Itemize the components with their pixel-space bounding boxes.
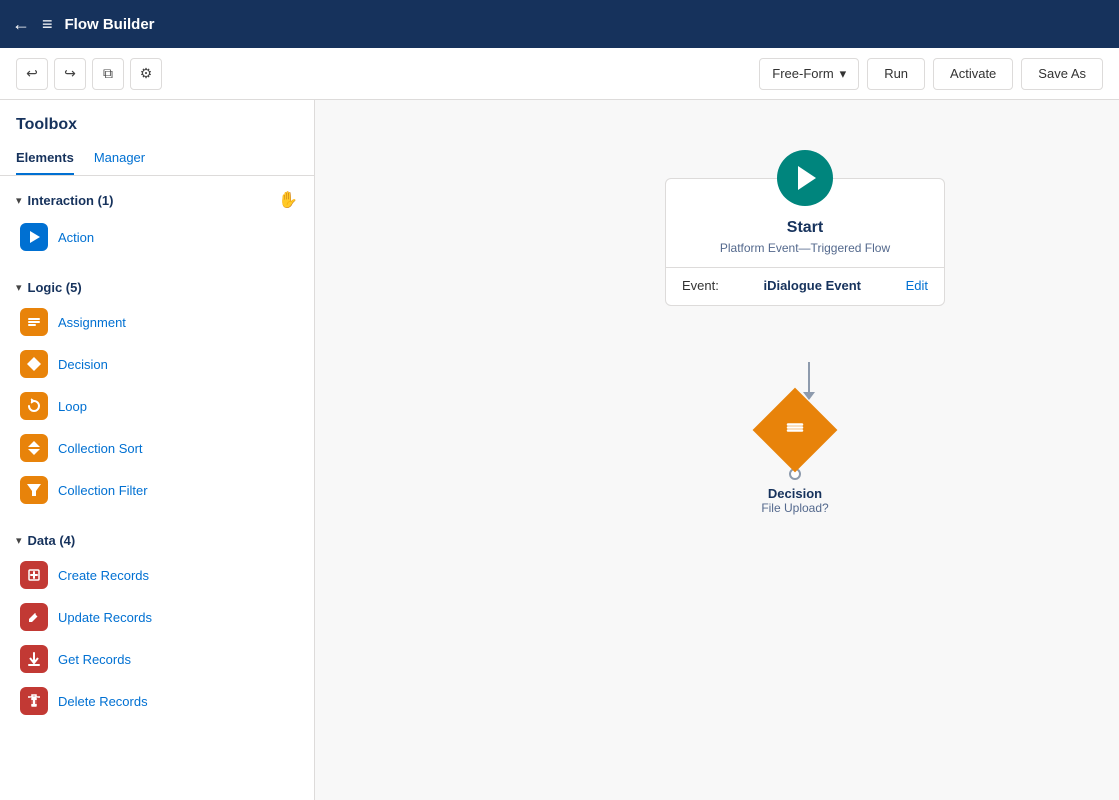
decision-sublabel: File Upload?	[761, 501, 828, 515]
flow-canvas[interactable]: Start Platform Event—Triggered Flow Even…	[315, 100, 1119, 800]
list-item[interactable]: Loop	[8, 385, 306, 427]
save-button[interactable]: Save As	[1021, 58, 1103, 90]
category-logic: ▾ Logic (5) Assignment	[0, 266, 314, 519]
list-item[interactable]: Decision	[8, 343, 306, 385]
list-item[interactable]: Collection Filter	[8, 469, 306, 511]
start-circle[interactable]	[777, 150, 833, 206]
start-node[interactable]: Start Platform Event—Triggered Flow Even…	[665, 150, 945, 306]
start-card-title: Start	[682, 219, 928, 237]
event-value: iDialogue Event	[763, 278, 861, 293]
toolbox-title: Toolbox	[0, 100, 314, 142]
chevron-down-icon: ▾	[16, 534, 22, 547]
logic-items: Assignment Decision	[0, 301, 314, 511]
drag-handle-icon: ✋	[278, 190, 298, 210]
list-item[interactable]: Assignment	[8, 301, 306, 343]
edit-link[interactable]: Edit	[906, 278, 928, 293]
start-card-subtitle: Platform Event—Triggered Flow	[682, 241, 928, 255]
chevron-down-icon: ▾	[16, 281, 22, 294]
get-records-label: Get Records	[58, 652, 131, 667]
update-records-label: Update Records	[58, 610, 152, 625]
category-logic-header[interactable]: ▾ Logic (5)	[0, 274, 314, 301]
copy-button[interactable]: ⧉	[92, 58, 124, 90]
assignment-icon	[20, 308, 48, 336]
toolbox-sidebar: Toolbox Elements Manager ▾ Interaction (…	[0, 100, 315, 800]
delete-records-label: Delete Records	[58, 694, 148, 709]
decision-icon	[20, 350, 48, 378]
flow-type-dropdown[interactable]: Free-Form ▾	[759, 58, 859, 90]
toolbar: ↩ ↪ ⧉ ⚙ Free-Form ▾ Run Activate Save As	[0, 48, 1119, 100]
loop-icon	[20, 392, 48, 420]
decision-diamond-icon	[784, 417, 806, 444]
loop-label: Loop	[58, 399, 87, 414]
list-item[interactable]: Create Records	[8, 554, 306, 596]
list-item[interactable]: Collection Sort	[8, 427, 306, 469]
action-icon	[20, 223, 48, 251]
delete-records-icon	[20, 687, 48, 715]
category-logic-label: Logic (5)	[28, 280, 82, 295]
category-interaction-header[interactable]: ▾ Interaction (1) ✋	[0, 184, 314, 216]
category-data-header[interactable]: ▾ Data (4)	[0, 527, 314, 554]
flow-container: Start Platform Event—Triggered Flow Even…	[315, 100, 1119, 800]
category-data-label: Data (4)	[28, 533, 76, 548]
get-records-icon	[20, 645, 48, 673]
data-items: Create Records Update Records	[0, 554, 314, 722]
decision-label: Decision	[768, 486, 822, 501]
back-icon[interactable]: ←	[12, 14, 30, 35]
list-item[interactable]: Get Records	[8, 638, 306, 680]
chevron-down-icon: ▾	[840, 66, 847, 82]
start-card-event: Event: iDialogue Event Edit	[682, 278, 928, 293]
collection-sort-icon	[20, 434, 48, 462]
collection-filter-label: Collection Filter	[58, 483, 148, 498]
connector-line	[808, 362, 810, 392]
top-nav: ← ≡ Flow Builder	[0, 0, 1119, 48]
decision-label: Decision	[58, 357, 108, 372]
interaction-items: Action	[0, 216, 314, 258]
update-records-icon	[20, 603, 48, 631]
flow-type-label: Free-Form	[772, 66, 833, 81]
list-item[interactable]: Action	[8, 216, 306, 258]
tab-manager[interactable]: Manager	[94, 142, 145, 175]
list-item[interactable]: Update Records	[8, 596, 306, 638]
decision-diamond-wrapper	[755, 390, 835, 470]
chevron-down-icon: ▾	[16, 194, 22, 207]
event-label: Event:	[682, 278, 719, 293]
toolbox-tabs: Elements Manager	[0, 142, 314, 176]
list-item[interactable]: Delete Records	[8, 680, 306, 722]
redo-button[interactable]: ↪	[54, 58, 86, 90]
decision-node[interactable]: Decision File Upload?	[755, 390, 835, 515]
create-records-label: Create Records	[58, 568, 149, 583]
activate-button[interactable]: Activate	[933, 58, 1013, 90]
undo-button[interactable]: ↩	[16, 58, 48, 90]
run-button[interactable]: Run	[867, 58, 925, 90]
category-interaction: ▾ Interaction (1) ✋ Action	[0, 176, 314, 266]
tab-elements[interactable]: Elements	[16, 142, 74, 175]
main-area: Toolbox Elements Manager ▾ Interaction (…	[0, 100, 1119, 800]
action-label: Action	[58, 230, 94, 245]
category-data: ▾ Data (4) Create Records	[0, 519, 314, 730]
assignment-label: Assignment	[58, 315, 126, 330]
category-interaction-label: Interaction (1)	[28, 193, 114, 208]
play-icon	[798, 166, 816, 190]
collection-filter-icon	[20, 476, 48, 504]
settings-button[interactable]: ⚙	[130, 58, 162, 90]
create-records-icon	[20, 561, 48, 589]
collection-sort-label: Collection Sort	[58, 441, 143, 456]
app-title: Flow Builder	[65, 16, 155, 33]
logo-icon: ≡	[42, 14, 53, 35]
